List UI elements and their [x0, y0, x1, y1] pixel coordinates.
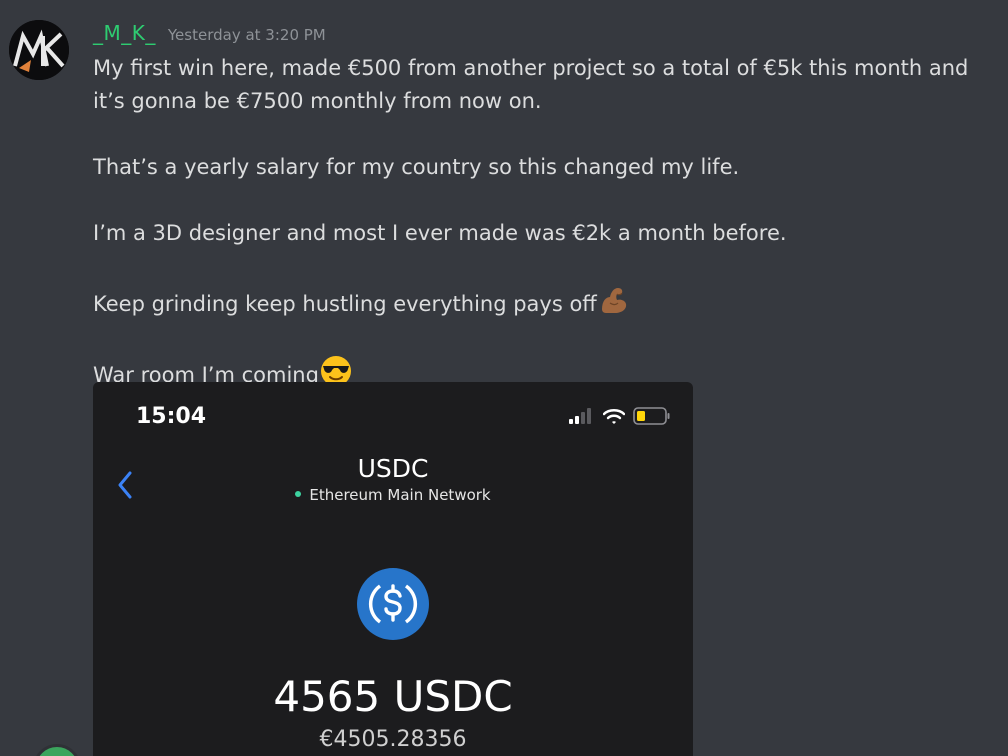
- asset-title: USDC: [357, 454, 429, 483]
- avatar[interactable]: [9, 20, 69, 80]
- phone-status-icons: [569, 407, 671, 425]
- message-line-1: My first win here, made €500 from anothe…: [93, 56, 969, 113]
- message-line-4-text: Keep grinding keep hustling everything p…: [93, 292, 597, 316]
- wifi-icon: [603, 409, 625, 424]
- fiat-balance: €4505.28356: [319, 727, 467, 752]
- network-label: Ethereum Main Network: [93, 486, 693, 504]
- wallet-screenshot-attachment[interactable]: 15:04 USDC Ethereum Main Network 4565 US…: [93, 382, 693, 756]
- usdc-logo-icon: [356, 567, 430, 645]
- cellular-signal-icon: [569, 408, 591, 424]
- token-balance: 4565 USDC: [273, 672, 513, 721]
- message-content: My first win here, made €500 from anothe…: [93, 52, 993, 392]
- phone-status-time: 15:04: [136, 404, 207, 429]
- message-header: _M_K_ Yesterday at 3:20 PM: [93, 21, 326, 45]
- username[interactable]: _M_K_: [93, 21, 156, 45]
- chat-message: _M_K_ Yesterday at 3:20 PM My first win …: [0, 0, 1008, 756]
- message-line-2: That’s a yearly salary for my country so…: [93, 155, 740, 179]
- next-message-avatar[interactable]: [33, 744, 81, 756]
- battery-icon: [633, 407, 670, 425]
- flexed-biceps-emoji-icon[interactable]: [597, 283, 631, 317]
- network-status-dot: [295, 491, 302, 497]
- message-line-3: I’m a 3D designer and most I ever made w…: [93, 221, 787, 245]
- message-line-4: Keep grinding keep hustling everything p…: [93, 283, 993, 321]
- timestamp[interactable]: Yesterday at 3:20 PM: [168, 26, 326, 44]
- mk-monogram-avatar-icon: [9, 20, 69, 80]
- network-name: Ethereum Main Network: [309, 486, 491, 504]
